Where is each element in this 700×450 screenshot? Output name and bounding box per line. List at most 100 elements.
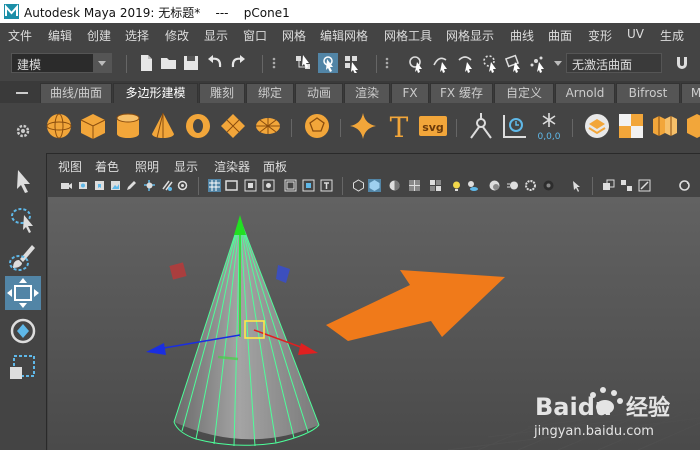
- sparkle-icon[interactable]: [348, 111, 378, 141]
- textured-icon[interactable]: [429, 179, 442, 192]
- cube-stack-icon[interactable]: [650, 111, 680, 141]
- menu-display[interactable]: 显示: [204, 27, 228, 44]
- tab-sculpting[interactable]: 雕刻: [199, 83, 245, 103]
- svg-tool-icon[interactable]: svg: [418, 111, 448, 141]
- poly-cone-icon[interactable]: [148, 111, 178, 141]
- xray-toggle-icon[interactable]: [161, 179, 174, 192]
- safe-title-icon[interactable]: [320, 179, 333, 192]
- tab-rigging[interactable]: 绑定: [246, 83, 294, 103]
- undo-icon[interactable]: [205, 53, 225, 73]
- tab-poly-modeling[interactable]: 多边形建模: [113, 83, 198, 103]
- grid-toggle-icon[interactable]: [143, 179, 156, 192]
- menu-select[interactable]: 选择: [125, 27, 149, 44]
- tab-bifrost[interactable]: Bifrost: [616, 83, 680, 103]
- sync-camera-icon[interactable]: [678, 179, 691, 192]
- poly-torus-icon[interactable]: [183, 111, 213, 141]
- scale-tool-icon[interactable]: [6, 351, 40, 383]
- live-surface-field[interactable]: 无激活曲面: [566, 53, 662, 73]
- menu-modify[interactable]: 修改: [165, 27, 189, 44]
- vp-menu-renderer[interactable]: 渲染器: [214, 158, 250, 175]
- vp-menu-shading[interactable]: 着色: [95, 158, 119, 175]
- measure-tool-icon[interactable]: [500, 111, 530, 141]
- frame-selected-icon[interactable]: [638, 179, 651, 192]
- perspective-viewport[interactable]: Baidu 经验 jingyan.baidu.com: [48, 197, 700, 450]
- magnet-icon[interactable]: [672, 53, 692, 73]
- poly-cylinder-icon[interactable]: [113, 111, 143, 141]
- open-scene-icon[interactable]: [159, 53, 179, 73]
- smooth-shade-icon[interactable]: [368, 179, 381, 192]
- wireframe-on-shaded-icon[interactable]: [408, 179, 421, 192]
- redo-icon[interactable]: [228, 53, 248, 73]
- select-by-surface-icon[interactable]: [480, 53, 500, 73]
- menu-deform[interactable]: 变形: [588, 27, 612, 44]
- shadows-icon[interactable]: [466, 179, 479, 192]
- chevron-down-icon[interactable]: [548, 53, 568, 73]
- select-component-icon[interactable]: [342, 53, 362, 73]
- tab-more[interactable]: M: [681, 83, 700, 103]
- isolate-view-icon[interactable]: [602, 179, 615, 192]
- rotate-tool-icon[interactable]: [6, 315, 40, 347]
- poly-cube-icon[interactable]: [78, 111, 108, 141]
- tab-rendering[interactable]: 渲染: [344, 83, 390, 103]
- new-scene-icon[interactable]: [136, 53, 156, 73]
- select-by-joint-icon[interactable]: [431, 53, 451, 73]
- depth-of-field-icon[interactable]: [542, 179, 555, 192]
- safe-action-icon[interactable]: [302, 179, 315, 192]
- cube-partial-icon[interactable]: [684, 111, 700, 141]
- film-gate-icon[interactable]: [225, 179, 238, 192]
- wireframe-icon[interactable]: [352, 179, 365, 192]
- vp-menu-show[interactable]: 显示: [174, 158, 198, 175]
- select-by-handle-icon[interactable]: [406, 53, 426, 73]
- tab-animation[interactable]: 动画: [295, 83, 343, 103]
- text-tool-icon[interactable]: T: [384, 111, 414, 141]
- poly-sphere-icon[interactable]: [44, 111, 74, 141]
- types-tool-icon[interactable]: [466, 111, 496, 141]
- select-hierarchy-icon[interactable]: [294, 53, 314, 73]
- vp-menu-panels[interactable]: 面板: [263, 158, 287, 175]
- vp-menu-view[interactable]: 视图: [58, 158, 82, 175]
- select-by-dynamic-icon[interactable]: [528, 53, 548, 73]
- menu-mesh[interactable]: 网格: [282, 27, 306, 44]
- image-plane-icon[interactable]: [109, 179, 122, 192]
- paint-select-tool-icon[interactable]: [6, 241, 40, 273]
- menu-mesh-display[interactable]: 网格显示: [446, 27, 494, 44]
- menu-curves[interactable]: 曲线: [510, 27, 534, 44]
- poly-soccer-ball-icon[interactable]: [302, 111, 332, 141]
- move-tool-icon[interactable]: [5, 276, 41, 310]
- tab-fx-caching[interactable]: FX 缓存: [430, 83, 493, 103]
- resolution-gate-icon[interactable]: [244, 179, 257, 192]
- isolate-select-icon[interactable]: [176, 179, 189, 192]
- viewport-canvas[interactable]: Baidu 经验 jingyan.baidu.com: [48, 197, 700, 450]
- lasso-tool-icon[interactable]: [6, 203, 40, 235]
- field-chart-icon[interactable]: [284, 179, 297, 192]
- ambient-occlusion-icon[interactable]: [488, 179, 501, 192]
- tab-curves-surfaces[interactable]: 曲线/曲面: [40, 83, 112, 103]
- menu-window[interactable]: 窗口: [243, 27, 267, 44]
- shelf-menu-icon[interactable]: [14, 87, 32, 99]
- tab-arnold[interactable]: Arnold: [555, 83, 615, 103]
- menu-edit[interactable]: 编辑: [48, 27, 72, 44]
- tab-fx[interactable]: FX: [391, 83, 429, 103]
- grid-display-icon[interactable]: [208, 179, 221, 192]
- menu-mesh-tools[interactable]: 网格工具: [384, 27, 432, 44]
- menu-create[interactable]: 创建: [87, 27, 111, 44]
- menu-uv[interactable]: UV: [627, 27, 644, 41]
- select-tool-icon[interactable]: [6, 165, 40, 197]
- layer-icon[interactable]: [582, 111, 612, 141]
- checker-icon[interactable]: [616, 111, 646, 141]
- poly-plane-icon[interactable]: [218, 111, 248, 141]
- select-by-deformation-icon[interactable]: [504, 53, 524, 73]
- gate-mask-icon[interactable]: [262, 179, 275, 192]
- frame-all-icon[interactable]: [620, 179, 633, 192]
- menu-set-dropdown[interactable]: 建模: [11, 53, 112, 73]
- select-object-icon[interactable]: [318, 53, 338, 73]
- save-scene-icon[interactable]: [181, 53, 201, 73]
- camera-attributes-icon[interactable]: [78, 179, 91, 192]
- menu-file[interactable]: 文件: [8, 27, 32, 44]
- tab-custom[interactable]: 自定义: [494, 83, 554, 103]
- menu-generate[interactable]: 生成: [660, 27, 684, 44]
- selection-highlight-icon[interactable]: [570, 179, 583, 192]
- menu-edit-mesh[interactable]: 编辑网格: [320, 27, 368, 44]
- snowflake-icon[interactable]: 0,0,0: [534, 111, 564, 141]
- vp-menu-lighting[interactable]: 照明: [135, 158, 159, 175]
